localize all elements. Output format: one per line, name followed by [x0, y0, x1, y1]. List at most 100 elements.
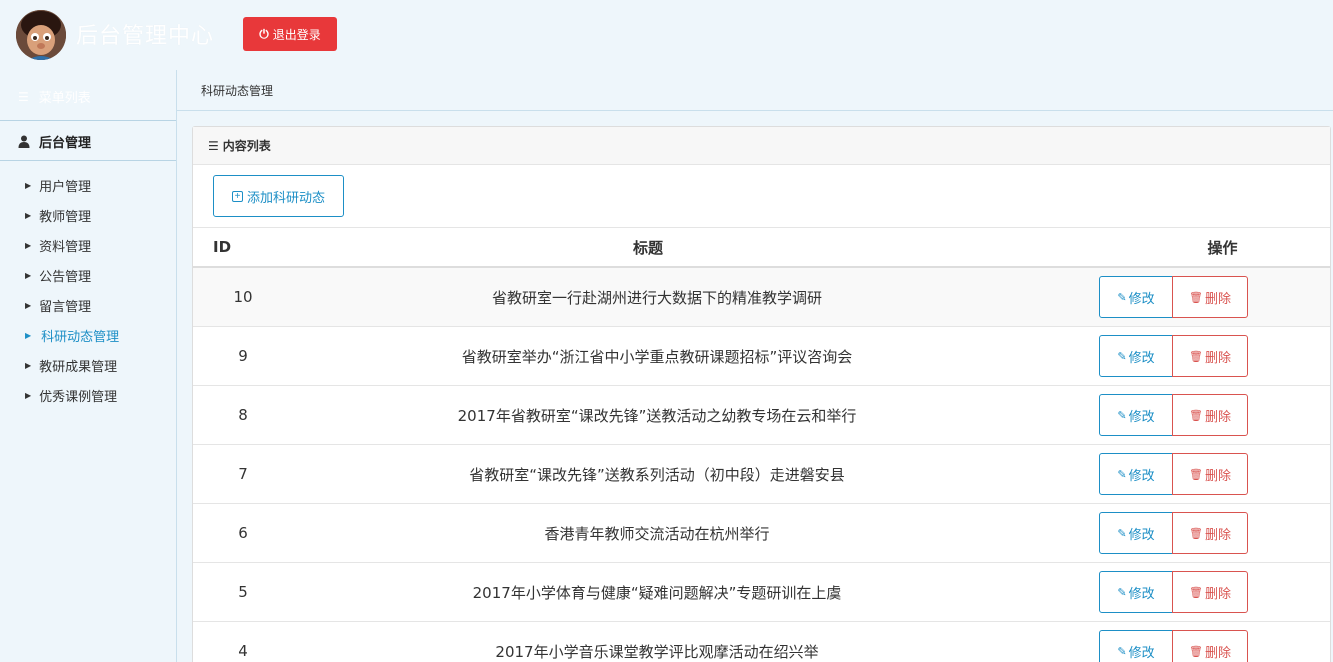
list-icon: ☰ — [18, 89, 29, 104]
group-title: 后台管理 — [39, 136, 92, 151]
caret-right-icon: ▶ — [25, 300, 32, 310]
sidebar-item-label: 教研成果管理 — [39, 359, 118, 375]
edit-icon: ✎ — [1117, 645, 1127, 658]
row-id: 6 — [238, 524, 248, 542]
delete-button[interactable]: 🗑 删除 — [1172, 276, 1248, 318]
caret-right-icon: ▶ — [25, 270, 32, 280]
sidebar-item-label: 用户管理 — [39, 179, 92, 195]
edit-label: 修改 — [1128, 644, 1155, 660]
sidebar-item-label: 留言管理 — [39, 299, 92, 315]
content-table: ID 标题 操作 10 省教研室一行赴湖州进行大数据下的精准教学调研 ✎ 修改 🗑 删除 9… — [193, 227, 1330, 662]
caret-right-icon: ▶ — [25, 180, 32, 190]
caret-right-icon: ▶ — [25, 330, 32, 340]
caret-right-icon: ▶ — [25, 390, 32, 400]
caret-right-icon: ▶ — [25, 210, 32, 220]
avatar — [16, 10, 66, 60]
edit-icon: ✎ — [1117, 350, 1127, 363]
edit-label: 修改 — [1128, 349, 1155, 365]
delete-label: 删除 — [1204, 290, 1231, 306]
delete-button[interactable]: 🗑 删除 — [1172, 453, 1248, 495]
row-title: 2017年小学音乐课堂教学评比观摩活动在绍兴举 — [495, 642, 819, 661]
divider — [177, 110, 1333, 111]
delete-label: 删除 — [1204, 585, 1231, 601]
logout-button[interactable]: ⏻ 退出登录 — [243, 17, 337, 51]
sidebar: ☰ 菜单列表 后台管理 ▶ 用户管理 ▶ 教师管理 ▶ 资料管理 ▶ 公告管理 ▶ 留言管理 ▶ 科研… — [0, 70, 177, 662]
table-body: 10 省教研室一行赴湖州进行大数据下的精准教学调研 ✎ 修改 🗑 删除 9 省教研室举办“浙江… — [193, 268, 1330, 662]
caret-right-icon: ▶ — [25, 360, 32, 370]
panel-heading: ☰ 内容列表 — [193, 127, 1330, 165]
row-id: 9 — [238, 347, 248, 365]
edit-button[interactable]: ✎ 修改 — [1099, 630, 1173, 662]
edit-button[interactable]: ✎ 修改 — [1099, 276, 1173, 318]
delete-button[interactable]: 🗑 删除 — [1172, 335, 1248, 377]
row-title: 省教研室一行赴湖州进行大数据下的精准教学调研 — [491, 288, 822, 307]
panel-title: 内容列表 — [222, 139, 271, 153]
sidebar-item[interactable]: ▶ 教师管理 — [0, 200, 176, 230]
top-header: 后台管理中心 ⏻ 退出登录 — [0, 0, 1333, 70]
caret-right-icon: ▶ — [25, 240, 32, 250]
sidebar-item-label: 教师管理 — [39, 209, 92, 225]
table-row: 4 2017年小学音乐课堂教学评比观摩活动在绍兴举 ✎ 修改 🗑 删除 — [193, 622, 1330, 662]
edit-button[interactable]: ✎ 修改 — [1099, 335, 1173, 377]
trash-icon: 🗑 — [1189, 468, 1203, 481]
edit-button[interactable]: ✎ 修改 — [1099, 571, 1173, 613]
sidebar-item[interactable]: ▶ 资料管理 — [0, 230, 176, 260]
trash-icon: 🗑 — [1189, 291, 1203, 304]
add-label: 添加科研动态 — [246, 189, 325, 205]
group-header[interactable]: 后台管理 — [18, 132, 91, 151]
column-header-id: ID — [213, 238, 232, 256]
edit-label: 修改 — [1128, 467, 1155, 483]
table-row: 7 省教研室“课改先锋”送教系列活动（初中段）走进磐安县 ✎ 修改 🗑 删除 — [193, 445, 1330, 504]
edit-button[interactable]: ✎ 修改 — [1099, 394, 1173, 436]
row-title: 2017年省教研室“课改先锋”送教活动之幼教专场在云和举行 — [457, 406, 857, 425]
edit-icon: ✎ — [1117, 586, 1127, 599]
row-id: 5 — [238, 583, 248, 601]
sidebar-item[interactable]: ▶ 留言管理 — [0, 290, 176, 320]
edit-icon: ✎ — [1117, 409, 1127, 422]
delete-button[interactable]: 🗑 删除 — [1172, 571, 1248, 613]
row-actions: ✎ 修改 🗑 删除 — [1099, 630, 1248, 662]
sidebar-item[interactable]: ▶ 教研成果管理 — [0, 350, 176, 380]
row-title: 2017年小学体育与健康“疑难问题解决”专题研训在上虞 — [472, 583, 842, 602]
divider — [0, 120, 176, 121]
divider — [0, 160, 176, 161]
trash-icon: 🗑 — [1189, 350, 1203, 363]
content-panel: ☰ 内容列表 + 添加科研动态 ID 标题 操作 10 省教研室一行赴湖州进行大数… — [192, 126, 1331, 662]
table-header: ID 标题 操作 — [193, 228, 1330, 268]
row-title: 省教研室“课改先锋”送教系列活动（初中段）走进磐安县 — [469, 465, 845, 484]
row-actions: ✎ 修改 🗑 删除 — [1099, 276, 1248, 318]
row-id: 8 — [238, 406, 248, 424]
column-header-ops: 操作 — [1207, 238, 1238, 257]
row-title: 香港青年教师交流活动在杭州举行 — [544, 524, 770, 543]
sidebar-item[interactable]: ▶ 用户管理 — [0, 170, 176, 200]
edit-icon: ✎ — [1117, 291, 1127, 304]
edit-icon: ✎ — [1117, 468, 1127, 481]
row-id: 7 — [238, 465, 248, 483]
edit-button[interactable]: ✎ 修改 — [1099, 512, 1173, 554]
sidebar-item-label: 科研动态管理 — [41, 329, 120, 345]
table-row: 6 香港青年教师交流活动在杭州举行 ✎ 修改 🗑 删除 — [193, 504, 1330, 563]
logout-label: 退出登录 — [272, 27, 321, 42]
delete-button[interactable]: 🗑 删除 — [1172, 630, 1248, 662]
row-actions: ✎ 修改 🗑 删除 — [1099, 453, 1248, 495]
trash-icon: 🗑 — [1189, 645, 1203, 658]
edit-button[interactable]: ✎ 修改 — [1099, 453, 1173, 495]
delete-label: 删除 — [1204, 467, 1231, 483]
sidebar-item[interactable]: ▶ 科研动态管理 — [0, 320, 176, 350]
sidebar-item[interactable]: ▶ 优秀课例管理 — [0, 380, 176, 410]
power-icon: ⏻ — [259, 26, 269, 41]
sidebar-item-label: 资料管理 — [39, 239, 92, 255]
delete-button[interactable]: 🗑 删除 — [1172, 512, 1248, 554]
row-actions: ✎ 修改 🗑 删除 — [1099, 394, 1248, 436]
edit-label: 修改 — [1128, 408, 1155, 424]
sidebar-nav: ▶ 用户管理 ▶ 教师管理 ▶ 资料管理 ▶ 公告管理 ▶ 留言管理 ▶ 科研动态管理 ▶ 教研成果管理 ▶… — [0, 170, 176, 410]
edit-label: 修改 — [1128, 290, 1155, 306]
add-button[interactable]: + 添加科研动态 — [213, 175, 344, 217]
delete-button[interactable]: 🗑 删除 — [1172, 394, 1248, 436]
delete-label: 删除 — [1204, 349, 1231, 365]
table-row: 10 省教研室一行赴湖州进行大数据下的精准教学调研 ✎ 修改 🗑 删除 — [193, 268, 1330, 327]
sidebar-item[interactable]: ▶ 公告管理 — [0, 260, 176, 290]
column-header-title: 标题 — [632, 238, 663, 257]
menu-list-header: ☰ 菜单列表 — [18, 87, 91, 107]
delete-label: 删除 — [1204, 526, 1231, 542]
